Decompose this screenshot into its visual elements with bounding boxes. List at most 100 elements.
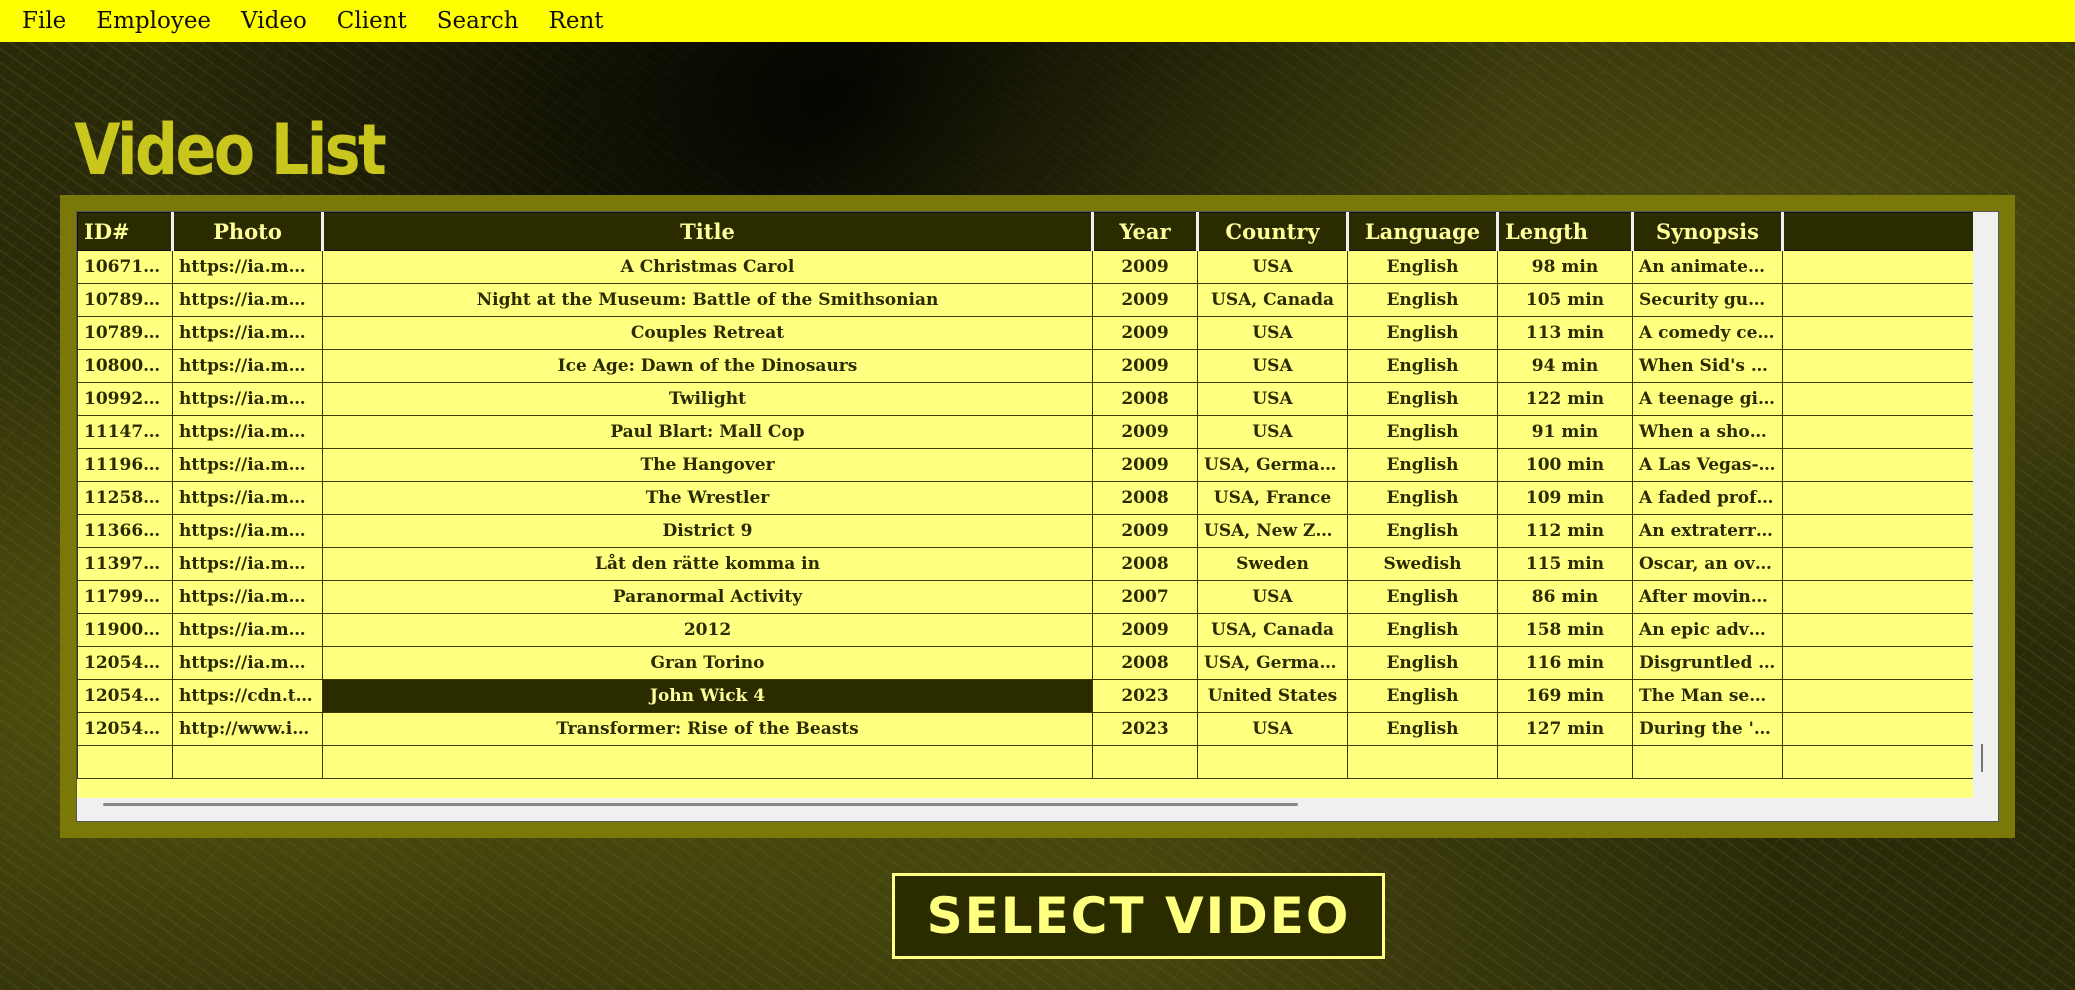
column-header-country[interactable]: Country <box>1196 212 1348 251</box>
cell-language[interactable]: English <box>1347 580 1498 614</box>
table-row[interactable]: 1190080 https://ia.me… 2012 2009 USA, Canada… <box>77 613 1973 647</box>
table-row[interactable]: 1119646 https://ia.me… The Hangover 2009 USA… <box>77 448 1973 482</box>
menu-rent[interactable]: Rent <box>549 8 604 34</box>
cell-title[interactable]: The Hangover <box>322 448 1093 482</box>
cell-year[interactable]: 2023 <box>1092 712 1198 746</box>
cell-year[interactable]: 2009 <box>1092 283 1198 317</box>
cell-title[interactable]: Paul Blart: Mall Cop <box>322 415 1093 449</box>
cell-genre[interactable]: Act <box>1782 415 1973 449</box>
cell-id[interactable]: 1080016 <box>77 349 173 383</box>
table-row[interactable]: 1080016 https://ia.me… Ice Age: Dawn of th… <box>77 349 1973 383</box>
cell-id[interactable]: 1205490 <box>77 679 173 713</box>
cell-country[interactable]: USA, Canada <box>1197 283 1348 317</box>
cell-country[interactable]: USA <box>1197 712 1348 746</box>
cell-country[interactable]: USA <box>1197 580 1348 614</box>
cell-synopsis[interactable]: Disgruntled … <box>1632 646 1783 680</box>
column-header-language[interactable]: Language <box>1346 212 1498 251</box>
cell-length[interactable]: 122 min <box>1497 382 1633 416</box>
column-header-photo[interactable]: Photo <box>171 212 323 251</box>
cell-language[interactable]: English <box>1347 646 1498 680</box>
cell-genre[interactable]: I <box>1782 382 1973 416</box>
cell-length[interactable]: 100 min <box>1497 448 1633 482</box>
cell-country[interactable]: USA <box>1197 349 1348 383</box>
cell-language[interactable]: English <box>1347 283 1498 317</box>
column-header-length[interactable]: Length <box>1496 212 1633 251</box>
cell-photo[interactable]: https://ia.me… <box>172 547 323 581</box>
cell-length[interactable]: 116 min <box>1497 646 1633 680</box>
cell-id[interactable]: 1205489 <box>77 646 173 680</box>
cell-genre[interactable] <box>1782 448 1973 482</box>
cell-length[interactable]: 94 min <box>1497 349 1633 383</box>
cell-length[interactable]: 98 min <box>1497 250 1633 284</box>
cell-year[interactable]: 2008 <box>1092 382 1198 416</box>
cell-genre[interactable]: Action, Ad <box>1782 283 1973 317</box>
cell-title[interactable]: Ice Age: Dawn of the Dinosaurs <box>322 349 1093 383</box>
cell-photo[interactable]: https://ia.me… <box>172 415 323 449</box>
cell-synopsis[interactable]: A teenage gir… <box>1632 382 1783 416</box>
cell-title[interactable]: Gran Torino <box>322 646 1093 680</box>
cell-photo[interactable]: https://ia.me… <box>172 613 323 647</box>
cell-synopsis[interactable]: A Las Vegas-… <box>1632 448 1783 482</box>
cell-synopsis[interactable]: During the '9… <box>1632 712 1783 746</box>
cell-id[interactable]: 1125849 <box>77 481 173 515</box>
cell-genre[interactable] <box>1782 481 1973 515</box>
cell-photo[interactable]: https://ia.me… <box>172 514 323 548</box>
cell-language[interactable]: English <box>1347 712 1498 746</box>
cell-language[interactable]: English <box>1347 415 1498 449</box>
cell-photo[interactable]: https://ia.me… <box>172 349 323 383</box>
cell-year[interactable]: 2009 <box>1092 514 1198 548</box>
menu-employee[interactable]: Employee <box>96 8 211 34</box>
cell-year[interactable]: 2009 <box>1092 316 1198 350</box>
cell-id[interactable]: 1067106 <box>77 250 173 284</box>
cell-synopsis[interactable]: Oscar, an ov… <box>1632 547 1783 581</box>
cell-year[interactable]: 2009 <box>1092 349 1198 383</box>
cell-length[interactable]: 112 min <box>1497 514 1633 548</box>
cell-title[interactable]: Night at the Museum: Battle of the Smith… <box>322 283 1093 317</box>
cell-language[interactable]: English <box>1347 382 1498 416</box>
cell-country[interactable]: USA, New Ze… <box>1197 514 1348 548</box>
cell-language[interactable]: Swedish <box>1347 547 1498 581</box>
cell-country[interactable]: USA <box>1197 382 1348 416</box>
cell-id[interactable]: 1139797 <box>77 547 173 581</box>
cell-synopsis[interactable]: When Sid's at… <box>1632 349 1783 383</box>
cell-photo[interactable]: https://ia.me… <box>172 283 323 317</box>
cell-country[interactable]: USA <box>1197 316 1348 350</box>
table-row[interactable]: 1067106 https://ia.me… A Christmas Carol 20… <box>77 250 1973 284</box>
cell-genre[interactable] <box>1782 646 1973 680</box>
cell-synopsis[interactable]: An extraterre… <box>1632 514 1783 548</box>
cell-country[interactable]: USA, France <box>1197 481 1348 515</box>
cell-length[interactable]: 91 min <box>1497 415 1633 449</box>
cell-title[interactable]: Twilight <box>322 382 1093 416</box>
select-video-button[interactable]: SELECT VIDEO <box>892 873 1385 959</box>
cell-length[interactable]: 109 min <box>1497 481 1633 515</box>
cell-genre[interactable]: Anim <box>1782 250 1973 284</box>
cell-genre[interactable] <box>1782 712 1973 746</box>
cell-genre[interactable]: Drama, F <box>1782 547 1973 581</box>
cell-language[interactable]: English <box>1347 316 1498 350</box>
menu-client[interactable]: Client <box>337 8 407 34</box>
cell-language[interactable]: English <box>1347 613 1498 647</box>
table-row[interactable]: 1205489 https://ia.me… Gran Torino 2008 USA,… <box>77 646 1973 680</box>
table-row[interactable]: 1205490 https://cdn.t… John Wick 4 2023 Unit… <box>77 679 1973 713</box>
cell-country[interactable]: USA, Canada <box>1197 613 1348 647</box>
cell-title[interactable]: Paranormal Activity <box>322 580 1093 614</box>
table-row[interactable]: 1136608 https://ia.me… District 9 2009 USA, … <box>77 514 1973 548</box>
column-header-genre[interactable] <box>1781 212 1973 251</box>
cell-photo[interactable]: https://ia.me… <box>172 448 323 482</box>
cell-title[interactable]: District 9 <box>322 514 1093 548</box>
cell-photo[interactable]: https://ia.me… <box>172 646 323 680</box>
cell-length[interactable]: 115 min <box>1497 547 1633 581</box>
column-header-id[interactable]: ID# <box>77 212 173 251</box>
cell-synopsis[interactable]: When a shop… <box>1632 415 1783 449</box>
cell-year[interactable]: 2008 <box>1092 547 1198 581</box>
cell-title[interactable]: The Wrestler <box>322 481 1093 515</box>
cell-length[interactable]: 113 min <box>1497 316 1633 350</box>
cell-length[interactable]: 105 min <box>1497 283 1633 317</box>
cell-length[interactable]: 169 min <box>1497 679 1633 713</box>
cell-photo[interactable]: https://ia.me… <box>172 316 323 350</box>
cell-id[interactable]: 1136608 <box>77 514 173 548</box>
cell-genre[interactable]: Action, A <box>1782 613 1973 647</box>
video-table-scroll-area[interactable]: ID# Photo Title Year Country Language Length Sy… <box>77 212 1973 798</box>
cell-synopsis[interactable]: A faded profe… <box>1632 481 1783 515</box>
menu-search[interactable]: Search <box>437 8 519 34</box>
